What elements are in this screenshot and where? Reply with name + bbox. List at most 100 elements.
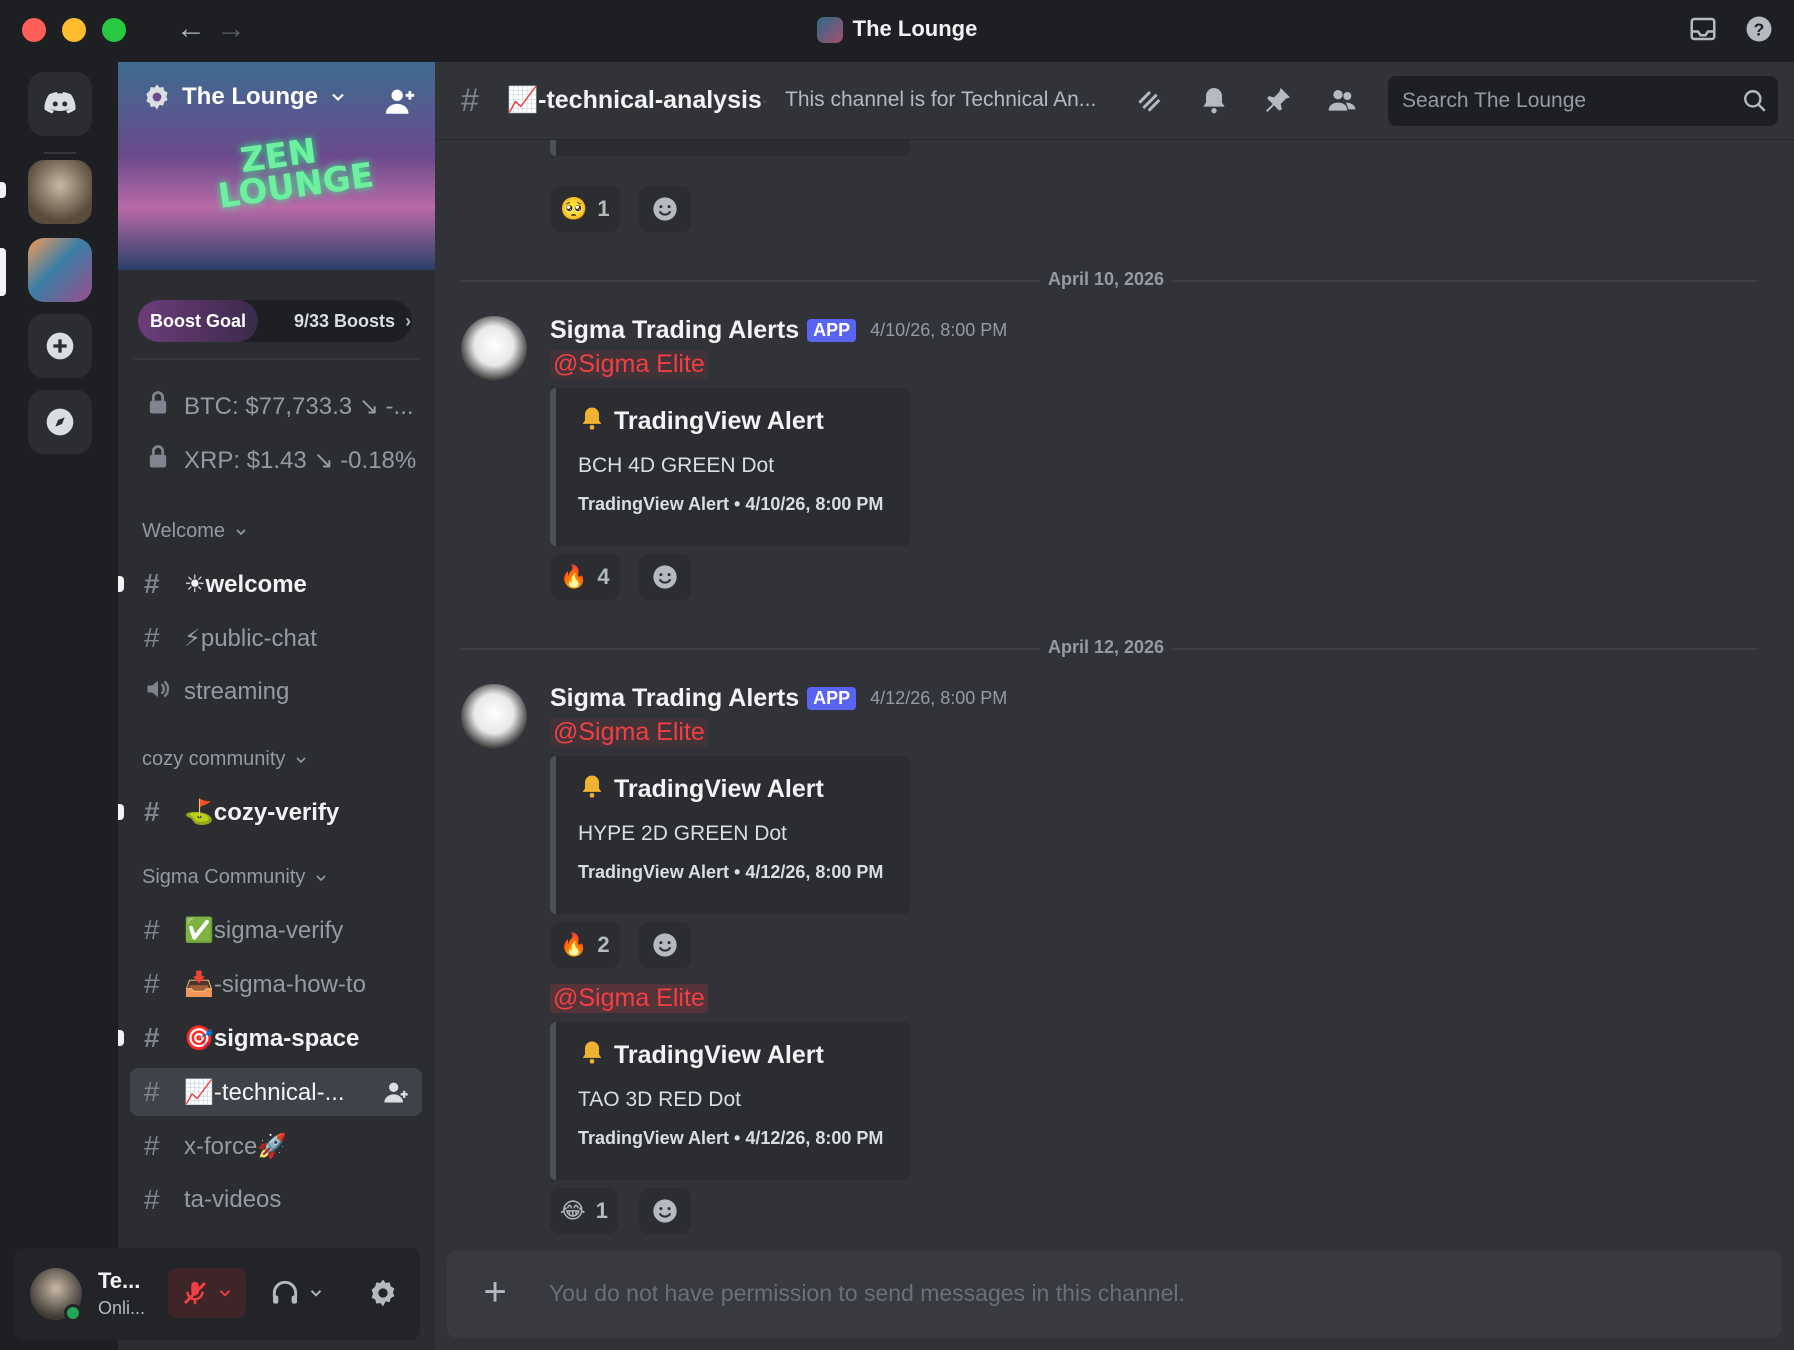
invite-to-channel-icon[interactable] bbox=[382, 1078, 410, 1106]
smiley-icon bbox=[653, 1199, 677, 1223]
avatar[interactable] bbox=[461, 684, 527, 750]
user-settings-button[interactable] bbox=[358, 1268, 408, 1318]
category-welcome[interactable]: Welcome bbox=[142, 520, 249, 543]
discover-button[interactable] bbox=[28, 390, 92, 454]
hash-icon: # bbox=[144, 914, 160, 945]
message-header: Sigma Trading Alerts APP 4/10/26, 8:00 P… bbox=[550, 316, 1007, 345]
embed-title-text: TradingView Alert bbox=[614, 775, 824, 803]
channel-welcome[interactable]: # ☀welcome bbox=[144, 560, 430, 608]
inbox-icon[interactable] bbox=[1688, 14, 1718, 44]
embed-card: TradingView Alert HYPE 2D GREEN Dot Trad… bbox=[550, 756, 910, 914]
plus-circle-icon bbox=[46, 332, 74, 360]
app-badge: APP bbox=[807, 687, 857, 710]
locked-channel-xrp[interactable]: XRP: $1.43 ↘ -0.18% bbox=[144, 436, 430, 484]
channel-sigma-verify[interactable]: # ✅sigma-verify bbox=[144, 906, 430, 954]
channel-label: x-force🚀 bbox=[184, 1132, 288, 1160]
app-badge: APP bbox=[807, 319, 857, 342]
hash-icon: # bbox=[144, 568, 160, 599]
headphones-button[interactable] bbox=[262, 1268, 332, 1318]
channel-label: 📈-technical-... bbox=[184, 1078, 345, 1106]
boost-goal-label: Boost Goal bbox=[138, 300, 259, 342]
channel-label: ⚡public-chat bbox=[184, 624, 317, 652]
search-input[interactable]: Search The Lounge bbox=[1388, 76, 1778, 126]
message-composer[interactable]: + You do not have permission to send mes… bbox=[447, 1250, 1782, 1338]
bell-icon bbox=[578, 404, 606, 439]
pin-icon[interactable] bbox=[1262, 84, 1294, 116]
reaction-count: 4 bbox=[597, 564, 610, 589]
server-icon-1[interactable] bbox=[28, 160, 92, 224]
hash-lock-icon: # bbox=[144, 968, 160, 999]
hash-lock-icon: # bbox=[144, 1076, 160, 1107]
locked-channel-btc[interactable]: BTC: $77,733.3 ↘ -... bbox=[144, 382, 430, 430]
embed-description: TAO 3D RED Dot bbox=[578, 1088, 741, 1111]
channel-streaming[interactable]: streaming bbox=[144, 668, 430, 716]
add-reaction-button[interactable] bbox=[639, 186, 691, 232]
chevron-down-icon bbox=[236, 528, 246, 535]
add-reaction-button[interactable] bbox=[639, 922, 691, 968]
channel-label: 🎯sigma-space bbox=[184, 1024, 360, 1052]
reaction-count: 1 bbox=[595, 1198, 608, 1223]
channel-label: BTC: $77,733.3 ↘ -... bbox=[184, 392, 414, 420]
reaction-chip[interactable]: 😂 1 bbox=[550, 1188, 618, 1234]
channel-sigma-how-to[interactable]: # 📥-sigma-how-to bbox=[144, 960, 430, 1008]
sidebar-separator bbox=[134, 358, 420, 360]
reaction-chip[interactable]: 🔥 4 bbox=[550, 554, 620, 600]
mute-microphone-button[interactable] bbox=[168, 1268, 246, 1318]
category-cozy-community[interactable]: cozy community bbox=[142, 748, 309, 771]
server-name-header[interactable]: The Lounge bbox=[142, 82, 348, 112]
embed-title: TradingView Alert bbox=[578, 1038, 824, 1073]
bell-icon bbox=[578, 1038, 606, 1073]
notification-bell-icon[interactable] bbox=[1198, 84, 1230, 116]
role-mention[interactable]: @Sigma Elite bbox=[550, 984, 708, 1013]
message-list: 🥺 1 April 10, 2026 Sigma Trading Alerts A… bbox=[435, 140, 1794, 1242]
rail-separator bbox=[44, 152, 76, 154]
unread-indicator bbox=[118, 576, 124, 592]
role-mention[interactable]: @Sigma Elite bbox=[550, 350, 708, 379]
embed-footer: TradingView Alert • 4/10/26, 8:00 PM bbox=[578, 494, 884, 514]
channel-x-force[interactable]: # x-force🚀 bbox=[144, 1122, 430, 1170]
reaction-chip[interactable]: 🥺 1 bbox=[550, 186, 620, 232]
invite-people-icon[interactable] bbox=[383, 84, 417, 118]
add-server-button[interactable] bbox=[28, 314, 92, 378]
channel-sigma-space[interactable]: # 🎯sigma-space bbox=[144, 1014, 430, 1062]
reaction-chip[interactable]: 🔥 2 bbox=[550, 922, 620, 968]
window-titlebar: ← → The Lounge ? bbox=[0, 0, 1794, 62]
add-reaction-button[interactable] bbox=[639, 1188, 691, 1234]
help-icon[interactable]: ? bbox=[1744, 14, 1774, 44]
add-reaction-button[interactable] bbox=[639, 554, 691, 600]
threads-icon[interactable] bbox=[1134, 84, 1166, 116]
channel-topic[interactable]: This channel is for Technical An... bbox=[785, 88, 1115, 112]
hash-lock-icon: # bbox=[144, 1022, 160, 1053]
category-sigma-community[interactable]: Sigma Community bbox=[142, 866, 329, 889]
search-placeholder: Search The Lounge bbox=[1402, 89, 1587, 112]
svg-text:?: ? bbox=[1754, 19, 1765, 39]
member-list-icon[interactable] bbox=[1326, 84, 1358, 116]
discord-home-button[interactable] bbox=[28, 72, 92, 136]
role-mention[interactable]: @Sigma Elite bbox=[550, 718, 708, 747]
unread-indicator bbox=[118, 804, 124, 820]
channel-public-chat[interactable]: # ⚡public-chat bbox=[144, 614, 430, 662]
channel-ta-videos[interactable]: # ta-videos bbox=[144, 1176, 430, 1224]
banner-logo: ZEN LOUNGE bbox=[215, 131, 377, 217]
online-status-icon bbox=[64, 1304, 82, 1322]
channel-cozy-verify[interactable]: # ⛳cozy-verify bbox=[144, 788, 430, 836]
channel-technical-analysis[interactable]: # 📈-technical-... bbox=[130, 1068, 422, 1116]
server-name: The Lounge bbox=[182, 83, 318, 110]
server-icon-the-lounge[interactable] bbox=[28, 238, 92, 302]
embed-footer: TradingView Alert • 4/12/26, 8:00 PM bbox=[578, 862, 884, 882]
microphone-muted-icon bbox=[183, 1281, 207, 1305]
speaker-icon bbox=[144, 675, 184, 710]
avatar[interactable] bbox=[461, 316, 527, 382]
channel-label: ☀welcome bbox=[184, 570, 307, 598]
boost-goal-bar[interactable]: Boost Goal 9/33 Boosts › bbox=[138, 300, 412, 342]
embed-title: TradingView Alert bbox=[578, 772, 824, 807]
composer-placeholder: You do not have permission to send messa… bbox=[549, 1280, 1185, 1306]
author-name[interactable]: Sigma Trading Alerts bbox=[550, 316, 799, 345]
chevron-down-icon bbox=[310, 1290, 322, 1297]
smiley-icon bbox=[653, 197, 677, 221]
add-attachment-icon[interactable]: + bbox=[471, 1270, 519, 1318]
author-name[interactable]: Sigma Trading Alerts bbox=[550, 684, 799, 713]
message-timestamp: 4/12/26, 8:00 PM bbox=[870, 688, 1008, 708]
lock-icon bbox=[144, 443, 184, 478]
pleading-face-icon: 🥺 bbox=[560, 196, 588, 221]
